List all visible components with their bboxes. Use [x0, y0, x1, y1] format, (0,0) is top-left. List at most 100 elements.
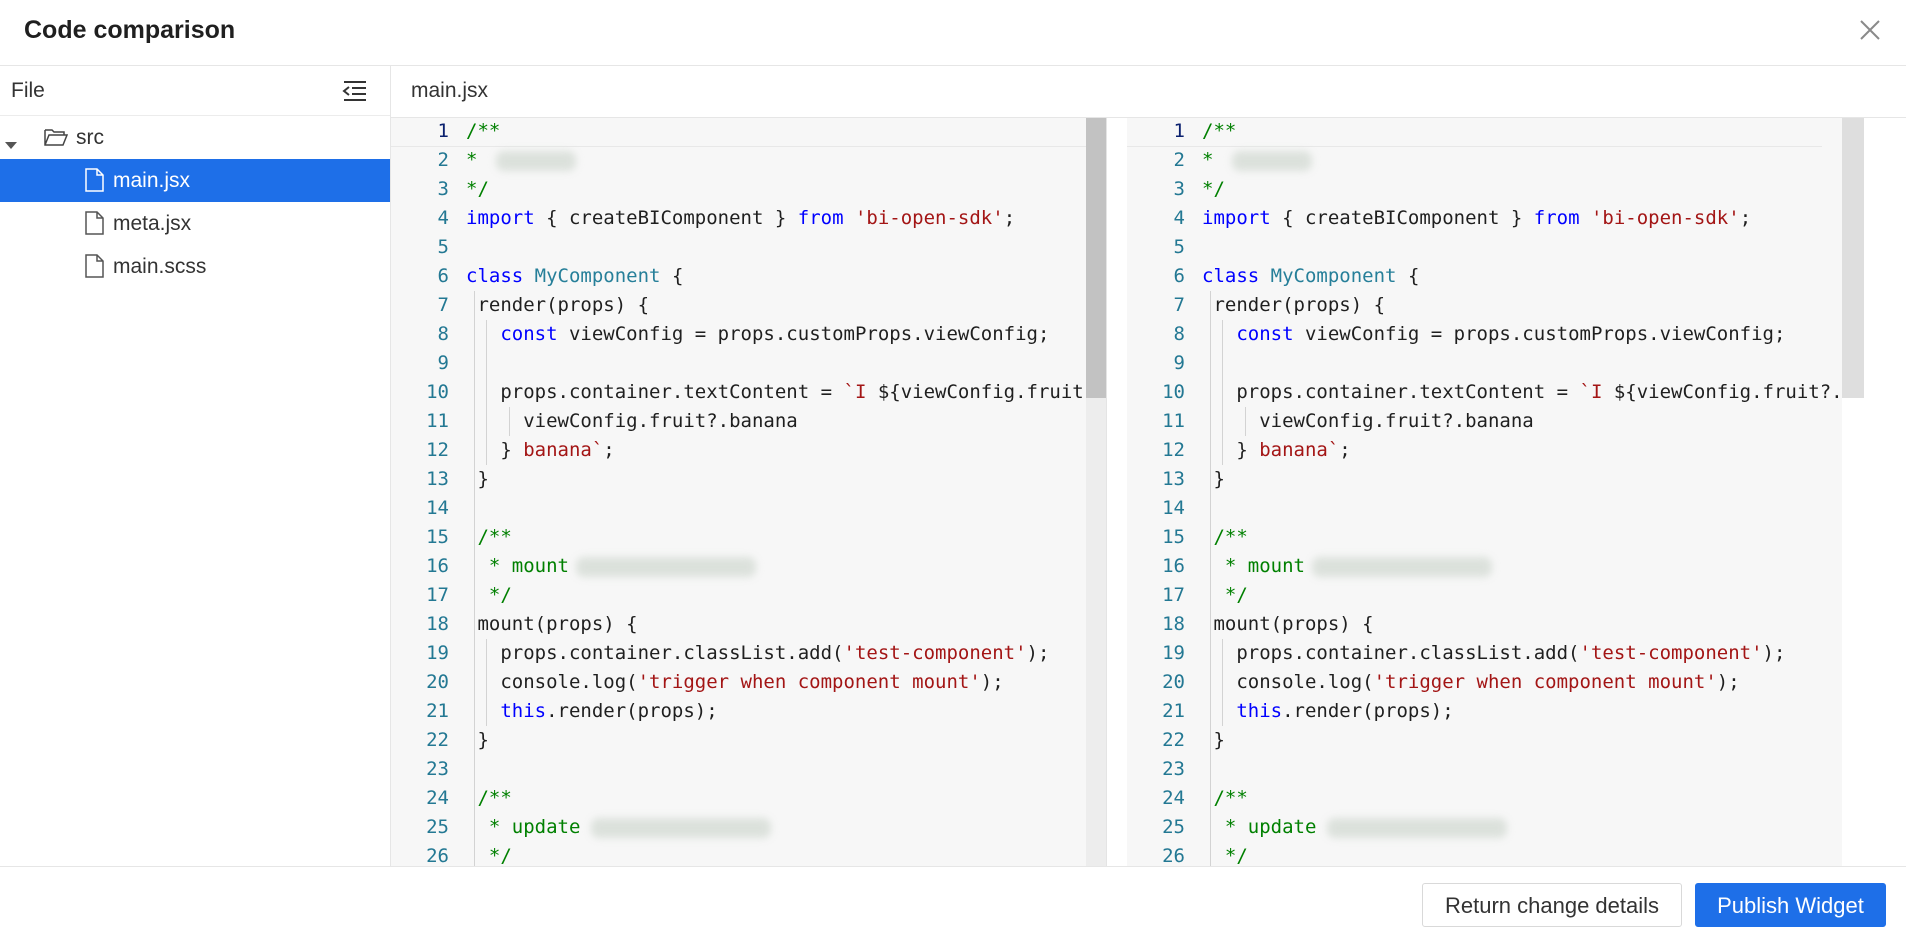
code-text: /**: [1202, 118, 1236, 146]
code-text: } banana`;: [1202, 436, 1350, 465]
line-number: 25: [1162, 816, 1185, 838]
line-number: 16: [426, 555, 449, 577]
code-text: * update: [1202, 813, 1317, 842]
line-number: 3: [1173, 178, 1185, 200]
code-text: * update: [466, 813, 581, 842]
tree-file-meta-jsx[interactable]: meta.jsx: [0, 202, 390, 245]
code-token: */: [1202, 584, 1248, 606]
line-number: 22: [426, 729, 449, 751]
modified-code-pane[interactable]: 1/** 2 * 3 */4 import { createBIComponent } f…: [1127, 118, 1842, 866]
line-number: 24: [1162, 787, 1185, 809]
indent-guide: [474, 349, 476, 378]
tree-folder-src[interactable]: src: [0, 116, 390, 159]
code-token: ${viewConfig.fruit?.apple}: [1613, 381, 1842, 403]
code-token: 'trigger when component mount': [637, 671, 981, 693]
caret-down-icon[interactable]: [4, 133, 18, 149]
original-code-pane[interactable]: 1/** 2 * 3 */4 import { createBIComponent } f…: [391, 118, 1106, 866]
code-token: */: [466, 584, 512, 606]
line-number: 5: [437, 236, 449, 258]
code-token: 'trigger when component mount': [1373, 671, 1717, 693]
code-token: import: [466, 207, 535, 229]
code-token: `I: [843, 381, 878, 403]
file-sidebar: File src main.jsx meta.jsx main.scss: [0, 66, 391, 866]
redacted-text: [496, 151, 576, 171]
code-line: 9: [391, 349, 1086, 378]
code-text: */: [466, 842, 512, 866]
code-token: );: [1762, 642, 1786, 664]
code-text: props.container.textContent = `I ${viewC…: [466, 378, 1106, 407]
line-number: 20: [1162, 671, 1185, 693]
line-number: 22: [1162, 729, 1185, 751]
close-icon[interactable]: [1856, 16, 1884, 44]
line-number: 26: [1162, 845, 1185, 866]
code-line: 8 const viewConfig = props.customProps.v…: [1127, 320, 1822, 349]
code-line: 10 props.container.textContent = `I ${vi…: [391, 378, 1106, 407]
scrollbar-thumb[interactable]: [1086, 118, 1106, 398]
return-change-details-button[interactable]: Return change details: [1422, 883, 1682, 927]
code-token: * mount: [1202, 555, 1305, 577]
tree-item-label: meta.jsx: [113, 212, 192, 235]
code-text: import { createBIComponent } from 'bi-op…: [1202, 204, 1751, 233]
code-text: * mount: [466, 552, 569, 581]
code-token: ;: [603, 439, 615, 461]
line-number: 16: [1162, 555, 1185, 577]
code-text: class MyComponent {: [1202, 262, 1419, 291]
code-line: 5: [391, 233, 1086, 262]
code-text: viewConfig.fruit?.banana: [466, 407, 798, 436]
line-number: 24: [426, 787, 449, 809]
code-token: viewConfig = props.customProps.viewConfi…: [557, 323, 1050, 345]
code-text: }: [1202, 465, 1224, 494]
pane-divider[interactable]: [1106, 118, 1128, 866]
code-text: } banana`;: [466, 436, 615, 465]
line-number: 13: [1162, 468, 1185, 490]
overview-ruler[interactable]: [1842, 118, 1906, 866]
file-icon: [84, 254, 104, 278]
line-number: 8: [437, 323, 449, 345]
code-text: }: [466, 465, 488, 494]
line-number: 1: [1173, 120, 1185, 142]
overview-slider[interactable]: [1842, 118, 1864, 398]
code-text: /**: [1202, 523, 1248, 552]
code-text: /**: [1202, 784, 1247, 813]
code-token: viewConfig = props.customProps.viewConfi…: [1293, 323, 1786, 345]
code-text: this.render(props);: [1202, 697, 1453, 726]
line-number: 4: [1173, 207, 1185, 229]
redacted-text: [591, 818, 771, 838]
line-number: 12: [1162, 439, 1185, 461]
code-token: {: [1396, 265, 1420, 287]
redacted-text: [1232, 151, 1312, 171]
code-text: viewConfig.fruit?.banana: [1202, 407, 1534, 436]
tree-file-main-scss[interactable]: main.scss: [0, 245, 390, 288]
tree-file-main-jsx[interactable]: main.jsx: [0, 159, 390, 202]
redacted-text: [1312, 557, 1492, 577]
line-number: 13: [426, 468, 449, 490]
line-number: 12: [426, 439, 449, 461]
tree-item-label: src: [76, 126, 104, 149]
indent-guide: [1210, 349, 1212, 378]
editor-tab-bar: main.jsx: [391, 66, 1906, 118]
original-scrollbar[interactable]: [1086, 118, 1106, 866]
code-line: 7 render(props) {: [391, 291, 1086, 320]
line-number: 15: [426, 526, 449, 548]
code-token: }: [466, 729, 489, 751]
publish-widget-button[interactable]: Publish Widget: [1695, 883, 1886, 927]
code-text: */: [466, 581, 512, 610]
code-token: */: [466, 178, 489, 200]
code-token: render(props) {: [466, 294, 650, 316]
code-line: 26 */: [1127, 842, 1822, 866]
code-line: 11 viewConfig.fruit?.banana: [1127, 407, 1822, 436]
code-line: 25 * update: [1127, 813, 1822, 842]
code-text: }: [466, 726, 489, 755]
indent-guide: [1210, 494, 1212, 523]
code-line: 13 }: [391, 465, 1086, 494]
code-token: /**: [1202, 526, 1248, 548]
code-line: 20 console.log('trigger when component m…: [1127, 668, 1822, 697]
dialog-title: Code comparison: [24, 16, 236, 44]
line-number: 21: [1162, 700, 1185, 722]
code-token: MyComponent: [1270, 265, 1397, 287]
code-text: */: [1202, 175, 1225, 204]
collapse-sidebar-icon[interactable]: [342, 79, 368, 103]
code-token: this: [1236, 700, 1283, 722]
